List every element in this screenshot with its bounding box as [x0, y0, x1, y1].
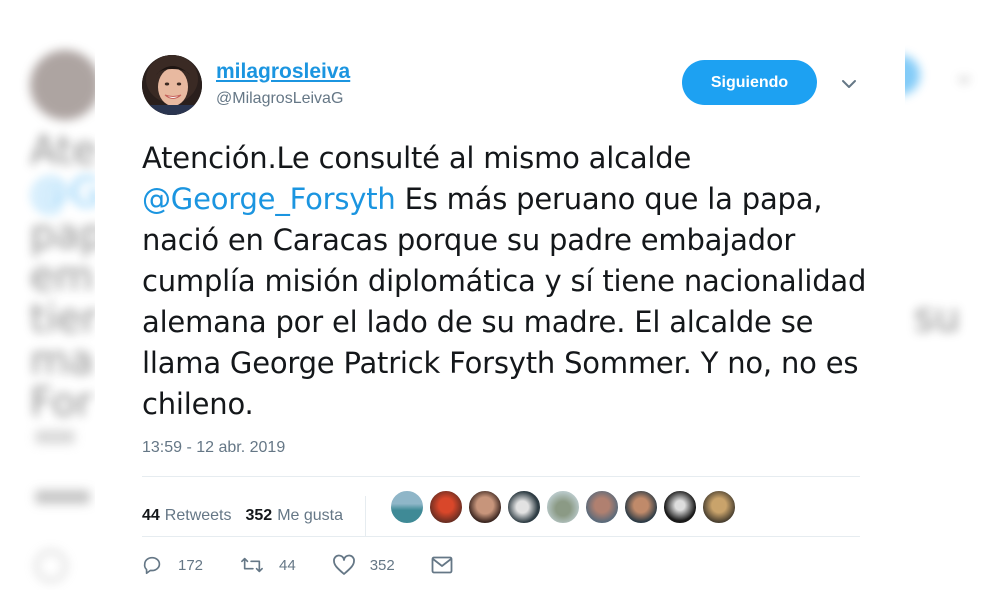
retweets-label: Retweets	[164, 507, 232, 524]
divider	[142, 476, 860, 477]
liker-avatar[interactable]	[702, 490, 736, 524]
background-text-right: su	[913, 295, 960, 341]
background-text: Ate @G pap em tier ma For	[30, 128, 106, 426]
likes-label: Me gusta	[277, 507, 344, 524]
direct-message-button[interactable]	[431, 555, 467, 575]
heart-icon	[332, 554, 355, 575]
mention-link[interactable]: @George_Forsyth	[142, 182, 396, 216]
tweet-card: milagrosleiva @MilagrosLeivaG Siguiendo …	[95, 20, 905, 590]
retweet-count: 44	[279, 556, 296, 574]
timestamp[interactable]: 13:59 - 12 abr. 2019	[142, 439, 285, 457]
user-handle[interactable]: @MilagrosLeivaG	[216, 90, 343, 108]
retweet-button[interactable]: 44	[239, 554, 296, 576]
retweets-count: 44	[142, 507, 160, 524]
liker-avatars	[390, 490, 741, 524]
background-avatar	[30, 50, 100, 120]
background-icon	[35, 550, 67, 582]
chevron-down-icon[interactable]	[839, 74, 859, 94]
avatar-image	[142, 55, 202, 115]
tweet-text-before: Atención.Le consulté al mismo alcalde	[142, 141, 692, 175]
liker-avatar[interactable]	[429, 490, 463, 524]
like-count: 352	[369, 556, 395, 574]
liker-avatar[interactable]	[546, 490, 580, 524]
following-button[interactable]: Siguiendo	[682, 60, 817, 105]
reply-count: 172	[178, 556, 204, 574]
liker-avatar[interactable]	[468, 490, 502, 524]
display-name[interactable]: milagrosleiva	[216, 60, 350, 84]
divider	[142, 536, 860, 537]
liker-avatar[interactable]	[624, 490, 658, 524]
tweet-text-after: Es más peruano que la papa, nació en Car…	[142, 182, 867, 421]
reply-button[interactable]: 172	[142, 554, 203, 576]
mail-icon	[431, 556, 453, 574]
retweets-stat[interactable]: 44 Retweets	[142, 507, 232, 525]
reply-icon	[143, 556, 161, 575]
background-meta	[35, 490, 90, 504]
like-button[interactable]: 352	[332, 554, 395, 576]
tweet-stats: 44 Retweets 352 Me gusta	[142, 496, 367, 536]
tweet-text: Atención.Le consulté al mismo alcalde @G…	[142, 138, 882, 425]
avatar[interactable]	[142, 55, 202, 115]
liker-avatar[interactable]	[663, 490, 697, 524]
background-meta	[35, 430, 75, 444]
liker-avatar[interactable]	[507, 490, 541, 524]
likes-count: 352	[245, 507, 273, 524]
background-chevron: ⌄	[953, 60, 975, 90]
liker-avatar[interactable]	[390, 490, 424, 524]
liker-avatar[interactable]	[585, 490, 619, 524]
retweet-icon	[241, 557, 263, 573]
likes-stat[interactable]: 352 Me gusta	[246, 507, 344, 525]
action-bar: 172 44 352	[142, 554, 503, 576]
stats-separator	[365, 496, 367, 536]
